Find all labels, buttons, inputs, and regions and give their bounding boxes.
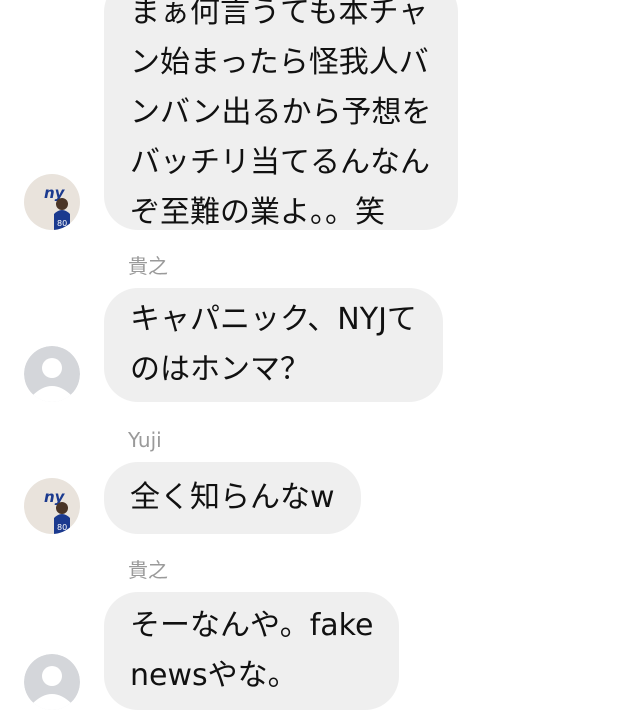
message-text-line: newsやな。 xyxy=(130,658,298,693)
default-person-avatar[interactable] xyxy=(24,346,80,402)
sender-name: 貴之 xyxy=(128,558,168,582)
ny-giants-avatar[interactable]: ny 80 xyxy=(24,174,80,230)
sender-name: Yuji xyxy=(128,428,162,452)
svg-text:80: 80 xyxy=(57,523,67,532)
message-text-line: まぁ何言うても本チャ xyxy=(130,0,429,30)
sender-name: 貴之 xyxy=(128,254,168,278)
message-bubble[interactable]: 全く知らんなw xyxy=(104,462,361,534)
message-bubble[interactable]: キャパニック、NYJて のはホンマ？ xyxy=(104,288,443,402)
message-text-line: 全く知らんなw xyxy=(130,480,335,515)
message-text-line: ン始まったら怪我人バ xyxy=(130,45,429,80)
message-bubble[interactable]: そーなんや。fake newsやな。 xyxy=(104,592,400,710)
message-text-line: ぞ至難の業よ。。笑 xyxy=(130,195,385,230)
message-text-line: バッチリ当てるんなん xyxy=(130,145,430,180)
message-text-line: キャパニック、NYJて xyxy=(130,302,417,337)
svg-text:80: 80 xyxy=(57,219,67,228)
message-text-line: そーなんや。fake xyxy=(130,608,374,643)
message-bubble[interactable]: まぁ何言うても本チャ ン始まったら怪我人バ ンバン出るから予想を バッチリ当てる… xyxy=(104,0,458,230)
message-text-line: のはホンマ？ xyxy=(130,352,310,387)
default-person-avatar[interactable] xyxy=(24,654,80,710)
message-text-line: ンバン出るから予想を xyxy=(130,95,432,130)
ny-giants-avatar[interactable]: ny 80 xyxy=(24,478,80,534)
